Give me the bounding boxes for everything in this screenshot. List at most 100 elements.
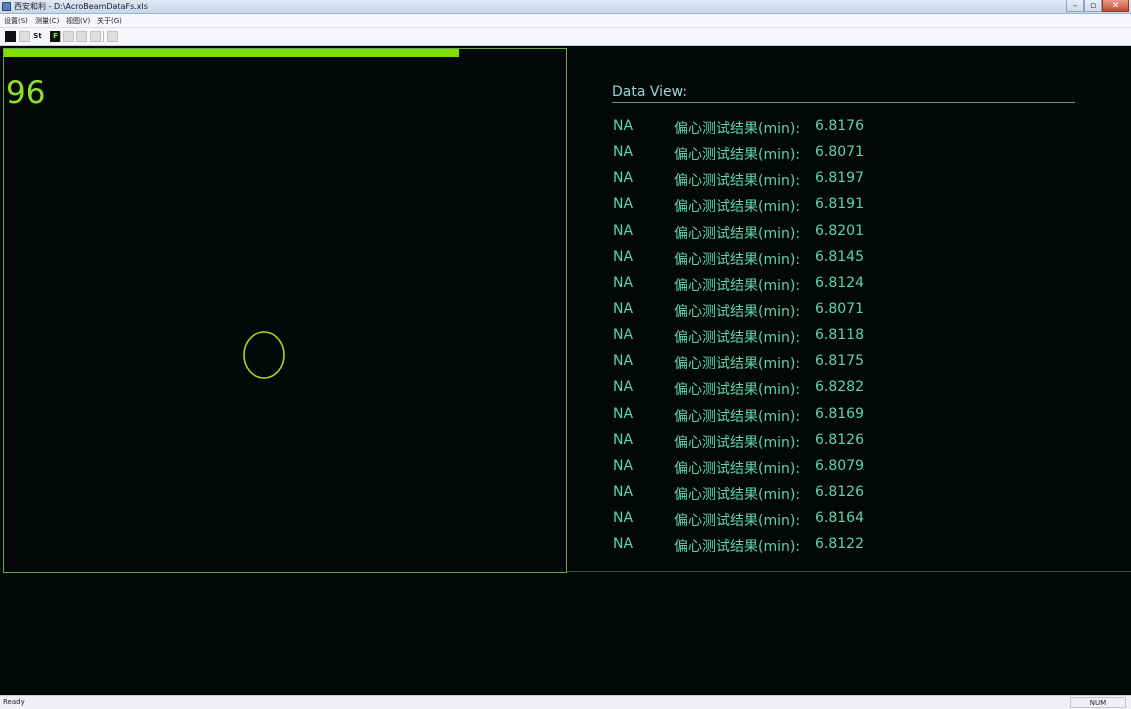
row-label: 偏心测试结果(min):: [674, 199, 801, 216]
toolbar-help-icon[interactable]: [107, 31, 118, 42]
toolbar-separator: [103, 31, 104, 42]
row-label: 偏心测试结果(min):: [674, 460, 801, 477]
row-value: 6.8071: [815, 144, 864, 161]
row-status: NA: [613, 274, 634, 291]
row-status: NA: [613, 431, 634, 448]
list-item: NA 偏心测试结果(min): 6.8079: [612, 456, 1092, 482]
row-label: 偏心测试结果(min):: [674, 408, 801, 425]
list-item: NA 偏心测试结果(min): 6.8201: [612, 221, 1092, 247]
toolbar-start-button[interactable]: St: [32, 31, 43, 42]
row-status: NA: [613, 483, 634, 500]
list-item: NA 偏心测试结果(min): 6.8126: [612, 430, 1092, 456]
row-label: 偏心测试结果(min):: [674, 434, 801, 451]
row-value: 6.8126: [815, 431, 864, 448]
list-item: NA 偏心测试结果(min): 6.8282: [612, 377, 1092, 403]
row-label: 偏心测试结果(min):: [674, 382, 801, 399]
list-item: NA 偏心测试结果(min): 6.8122: [612, 534, 1092, 560]
row-label: 偏心测试结果(min):: [674, 356, 801, 373]
row-status: NA: [613, 457, 634, 474]
list-item: NA 偏心测试结果(min): 6.8071: [612, 142, 1092, 168]
row-value: 6.8118: [815, 327, 864, 344]
client-area: 96 Data View: NA 偏心测试结果(min): 6.8176 NA …: [0, 46, 1131, 695]
list-item: NA 偏心测试结果(min): 6.8191: [612, 194, 1092, 220]
list-item: NA 偏心测试结果(min): 6.8169: [612, 404, 1092, 430]
row-status: NA: [613, 170, 634, 187]
row-status: NA: [613, 327, 634, 344]
close-button[interactable]: ✕: [1102, 0, 1129, 12]
row-status: NA: [613, 510, 634, 527]
list-item: NA 偏心测试结果(min): 6.8197: [612, 168, 1092, 194]
menu-view[interactable]: 视图(V): [66, 16, 90, 26]
data-view-title: Data View:: [612, 84, 688, 100]
list-item: NA 偏心测试结果(min): 6.8124: [612, 273, 1092, 299]
list-item: NA 偏心测试结果(min): 6.8176: [612, 116, 1092, 142]
row-value: 6.8124: [815, 274, 864, 291]
row-label: 偏心测试结果(min):: [674, 121, 801, 137]
list-item: NA 偏心测试结果(min): 6.8164: [612, 508, 1092, 534]
row-value: 6.8191: [815, 196, 864, 213]
data-view-list: NA 偏心测试结果(min): 6.8176 NA 偏心测试结果(min): 6.8071…: [612, 116, 1092, 560]
toolbar-grid-icon[interactable]: [63, 31, 74, 42]
row-status: NA: [613, 379, 634, 396]
status-bar: Ready NUM: [0, 695, 1131, 709]
row-status: NA: [613, 353, 634, 370]
row-label: 偏心测试结果(min):: [674, 303, 801, 320]
data-view-underline: [612, 102, 1075, 103]
menu-bar: 设置(S) 测量(C) 视图(V) 关于(G): [0, 14, 1131, 28]
row-status: NA: [613, 300, 634, 317]
row-value: 6.8197: [815, 170, 864, 187]
row-value: 6.8071: [815, 300, 864, 317]
toolbar-grid2-icon[interactable]: [76, 31, 87, 42]
list-item: NA 偏心测试结果(min): 6.8118: [612, 325, 1092, 351]
beam-plot-panel: 96: [3, 48, 567, 573]
row-label: 偏心测试结果(min):: [674, 277, 801, 294]
row-value: 6.8201: [815, 222, 864, 239]
window-title-app: 西安和利: [14, 2, 46, 11]
row-status: NA: [613, 118, 634, 134]
row-label: 偏心测试结果(min):: [674, 330, 801, 347]
row-label: 偏心测试结果(min):: [674, 147, 801, 164]
menu-measure[interactable]: 测量(C): [35, 16, 59, 26]
row-label: 偏心测试结果(min):: [674, 251, 801, 268]
list-item: NA 偏心测试结果(min): 6.8145: [612, 247, 1092, 273]
row-status: NA: [613, 536, 634, 553]
row-label: 偏心测试结果(min):: [674, 539, 801, 556]
row-status: NA: [613, 222, 634, 239]
app-icon: [2, 2, 11, 11]
maximize-button[interactable]: ▫: [1084, 0, 1102, 12]
row-value: 6.8126: [815, 483, 864, 500]
title-bar: 西安和利 - D:\AcroBeamDataFs.xls – ▫ ✕: [0, 0, 1131, 14]
row-value: 6.8169: [815, 405, 864, 422]
list-item: NA 偏心测试结果(min): 6.8126: [612, 482, 1092, 508]
window-title-file: D:\AcroBeamDataFs.xls: [53, 2, 148, 11]
status-text: Ready: [3, 698, 25, 706]
row-value: 6.8175: [815, 353, 864, 370]
menu-about[interactable]: 关于(G): [97, 16, 122, 26]
num-lock-indicator: NUM: [1070, 697, 1126, 708]
row-status: NA: [613, 144, 634, 161]
row-label: 偏心测试结果(min):: [674, 173, 801, 190]
row-status: NA: [613, 405, 634, 422]
row-label: 偏心测试结果(min):: [674, 486, 801, 503]
row-value: 6.8145: [815, 248, 864, 265]
row-label: 偏心测试结果(min):: [674, 225, 801, 242]
toolbar-chart-icon[interactable]: [5, 31, 16, 42]
toolbar: St F: [0, 28, 1131, 46]
row-status: NA: [613, 248, 634, 265]
panel-divider: [567, 571, 1131, 572]
row-status: NA: [613, 196, 634, 213]
toolbar-separator: [60, 31, 61, 42]
crosshair-plot: [4, 69, 566, 572]
list-item: NA 偏心测试结果(min): 6.8071: [612, 299, 1092, 325]
toolbar-doc-icon[interactable]: [90, 31, 101, 42]
row-label: 偏心测试结果(min):: [674, 513, 801, 530]
toolbar-page-icon[interactable]: [19, 31, 30, 42]
minimize-button[interactable]: –: [1066, 0, 1084, 12]
window-title: 西安和利 - D:\AcroBeamDataFs.xls: [14, 2, 148, 11]
row-value: 6.8122: [815, 536, 864, 553]
menu-settings[interactable]: 设置(S): [4, 16, 28, 26]
row-value: 6.8164: [815, 510, 864, 527]
list-item: NA 偏心测试结果(min): 6.8175: [612, 351, 1092, 377]
row-value: 6.8176: [815, 118, 864, 134]
target-circle: [243, 331, 285, 379]
